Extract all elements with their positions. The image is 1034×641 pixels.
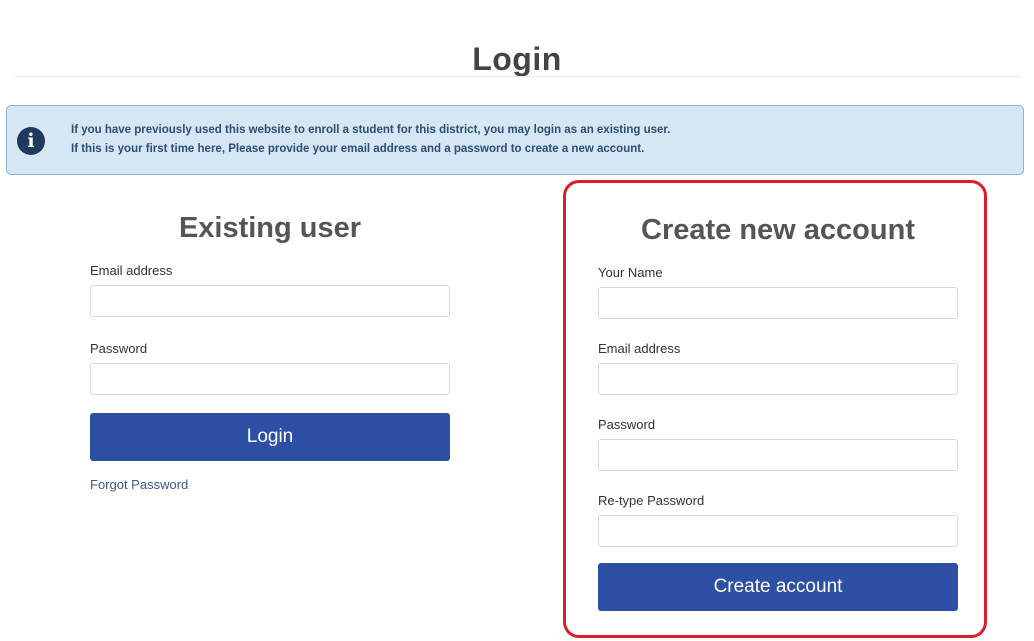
login-email-input[interactable] [90,285,450,317]
forgot-password-link[interactable]: Forgot Password [90,477,188,492]
info-banner-line-2: If this is your first time here, Please … [71,143,645,155]
signup-password-input[interactable] [598,439,958,471]
existing-user-heading: Existing user [178,212,362,244]
create-account-heading: Create new account [641,214,915,246]
info-banner: i If you have previously used this websi… [6,105,1024,175]
signup-name-input[interactable] [598,287,958,319]
signup-name-label: Your Name [598,265,663,280]
info-icon: i [17,127,45,155]
login-password-input[interactable] [90,363,450,395]
signup-retype-password-input[interactable] [598,515,958,547]
login-email-label: Email address [90,263,173,278]
signup-email-input[interactable] [598,363,958,395]
info-banner-line-1: If you have previously used this website… [71,124,671,136]
existing-user-panel: Existing user Email address Password Log… [90,205,450,494]
page-title: Login [472,41,562,78]
signup-retype-password-label: Re-type Password [598,493,705,508]
login-button[interactable]: Login [90,413,450,461]
create-account-highlight: Create new account Your Name Email addre… [563,180,987,638]
create-account-panel: Create new account Your Name Email addre… [598,207,958,611]
create-account-button[interactable]: Create account [598,563,958,611]
login-password-label: Password [90,341,148,356]
title-divider [14,76,1020,77]
login-page: Login i If you have previously used this… [0,0,1034,641]
signup-email-label: Email address [598,341,681,356]
info-banner-text: If you have previously used this website… [71,121,1011,159]
signup-password-label: Password [598,417,656,432]
